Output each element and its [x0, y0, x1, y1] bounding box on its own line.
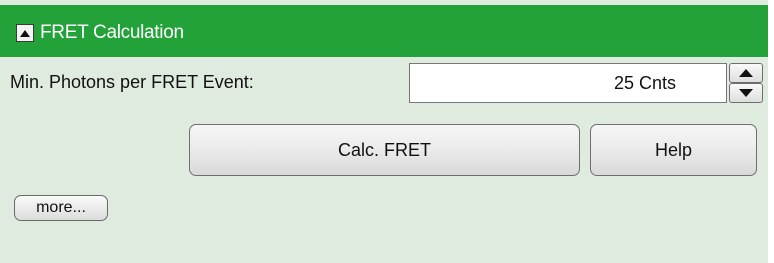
triangle-up-icon [739, 64, 753, 82]
collapse-toggle-button[interactable] [16, 24, 34, 42]
decrement-button[interactable] [729, 83, 763, 103]
more-button[interactable]: more... [14, 195, 108, 221]
panel-header: FRET Calculation [0, 5, 768, 57]
calc-fret-button[interactable]: Calc. FRET [189, 124, 580, 176]
min-photons-value: 25 Cnts [613, 72, 676, 93]
min-photons-label: Min. Photons per FRET Event: [10, 72, 254, 92]
panel-title: FRET Calculation [40, 22, 184, 43]
fret-calculation-panel: FRET Calculation Min. Photons per FRET E… [0, 0, 768, 263]
triangle-up-icon [20, 29, 30, 37]
increment-button[interactable] [729, 63, 763, 83]
help-label: Help [654, 139, 693, 160]
min-photons-field[interactable]: 25 Cnts [409, 63, 727, 103]
more-label: more... [36, 199, 86, 216]
help-button[interactable]: Help [590, 124, 757, 176]
min-photons-stepper[interactable] [729, 63, 763, 103]
triangle-down-icon [739, 84, 753, 102]
calc-fret-label: Calc. FRET [337, 139, 431, 160]
